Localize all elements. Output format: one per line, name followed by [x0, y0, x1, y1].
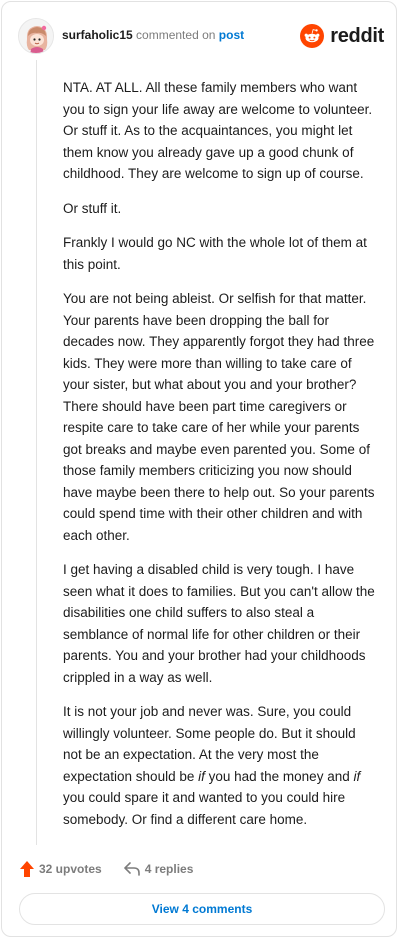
upvote-count: 32 upvotes: [39, 862, 102, 876]
comment-body: NTA. AT ALL. All these family members wh…: [63, 77, 377, 843]
upvote-arrow-icon: [20, 861, 34, 877]
comment-header: surfaholic15 commented on post reddit: [18, 18, 384, 54]
comment-paragraph: Or stuff it.: [63, 200, 122, 216]
upvote-button[interactable]: 32 upvotes: [20, 861, 102, 877]
text-segment: you had the money and: [204, 768, 354, 784]
comment-paragraph: You are not being ableist. Or selfish fo…: [63, 291, 375, 543]
brand-text: reddit: [330, 24, 384, 47]
comment-paragraph-last: It is not your job and never was. Sure, …: [63, 701, 377, 830]
text-segment: you could spare it and wanted to you cou…: [63, 790, 346, 827]
view-comments-button[interactable]: View 4 comments: [19, 893, 385, 925]
italic-text: if: [198, 768, 205, 784]
comment-paragraph: I get having a disabled child is very to…: [63, 562, 375, 685]
post-link[interactable]: post: [219, 28, 244, 42]
comment-meta: surfaholic15 commented on post: [62, 27, 244, 43]
italic-text: if: [353, 768, 361, 784]
snoo-avatar-icon: [19, 19, 53, 53]
username-link[interactable]: surfaholic15: [62, 28, 133, 42]
comment-card: surfaholic15 commented on post reddit NT…: [1, 1, 397, 937]
reply-count: 4 replies: [144, 862, 194, 876]
user-avatar[interactable]: [18, 18, 54, 54]
replies-button[interactable]: 4 replies: [123, 862, 194, 876]
action-text: commented on: [136, 28, 216, 42]
reply-arrow-icon: [123, 862, 140, 876]
comment-paragraph: Frankly I would go NC with the whole lot…: [63, 235, 367, 272]
thread-line: [36, 60, 37, 845]
comment-paragraph: NTA. AT ALL. All these family members wh…: [63, 80, 373, 181]
reddit-brand[interactable]: reddit: [300, 22, 384, 50]
reddit-logo-icon: [300, 24, 325, 48]
comment-footer: 32 upvotes 4 replies: [20, 858, 193, 880]
